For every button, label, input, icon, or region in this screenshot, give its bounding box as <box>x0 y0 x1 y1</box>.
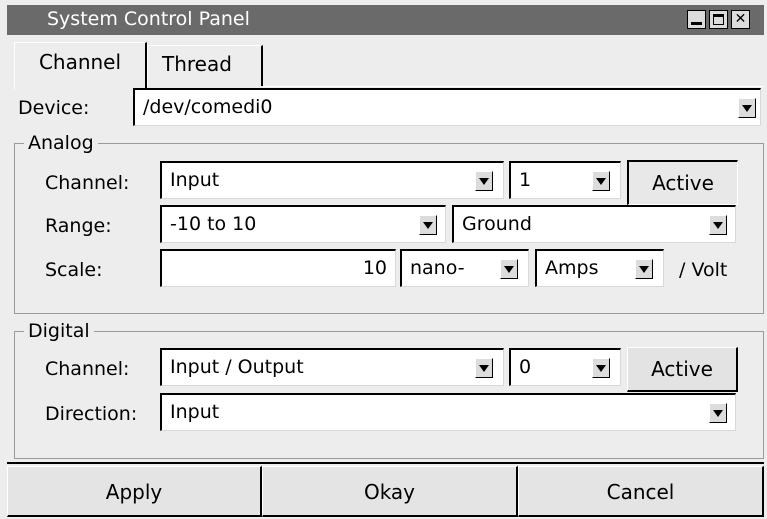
tab-channel-label: Channel <box>38 50 122 74</box>
analog-channel-number-select[interactable]: 1 <box>509 161 621 199</box>
analog-channel-type-select[interactable]: Input <box>160 161 504 199</box>
control-panel-window: System Control Panel ✕ Channel Thread De… <box>0 0 767 519</box>
analog-scale-value: 10 <box>362 257 387 279</box>
chevron-down-icon[interactable] <box>419 215 437 235</box>
analog-scale-suffix: / Volt <box>679 259 728 281</box>
analog-range-select[interactable]: -10 to 10 <box>160 205 446 243</box>
digital-channel-number-value: 0 <box>519 356 532 378</box>
digital-channel-number-select[interactable]: 0 <box>509 348 621 386</box>
chevron-down-icon[interactable] <box>475 171 493 191</box>
maximize-icon[interactable] <box>709 10 728 29</box>
analog-active-button[interactable]: Active <box>627 160 738 205</box>
analog-reference-value: Ground <box>462 213 532 235</box>
digital-direction-value: Input <box>170 401 220 423</box>
chevron-down-icon[interactable] <box>592 171 610 191</box>
cancel-button[interactable]: Cancel <box>518 466 764 517</box>
tab-channel[interactable]: Channel <box>14 42 147 89</box>
minimize-icon[interactable] <box>687 10 706 29</box>
analog-channel-label: Channel: <box>45 172 130 194</box>
chevron-down-icon[interactable] <box>709 403 727 423</box>
digital-active-label: Active <box>651 357 713 381</box>
chevron-down-icon[interactable] <box>592 358 610 378</box>
analog-range-label: Range: <box>45 215 112 237</box>
analog-reference-select[interactable]: Ground <box>452 205 736 243</box>
tab-divider <box>263 86 764 87</box>
analog-scale-label: Scale: <box>45 259 103 281</box>
digital-channel-label: Channel: <box>45 358 130 380</box>
tab-thread-label: Thread <box>162 52 232 76</box>
digital-channel-type-value: Input / Output <box>170 356 304 378</box>
chevron-down-icon[interactable] <box>635 259 653 279</box>
window-title: System Control Panel <box>47 8 250 30</box>
close-icon[interactable]: ✕ <box>731 10 750 29</box>
chevron-down-icon[interactable] <box>475 358 493 378</box>
analog-channel-type-value: Input <box>170 169 220 191</box>
apply-label: Apply <box>105 480 163 504</box>
apply-button[interactable]: Apply <box>7 466 262 517</box>
okay-button[interactable]: Okay <box>262 466 518 517</box>
analog-scale-prefix-select[interactable]: nano- <box>400 249 529 287</box>
digital-direction-select[interactable]: Input <box>160 393 736 431</box>
analog-active-label: Active <box>652 171 714 195</box>
analog-legend: Analog <box>24 132 98 154</box>
device-label: Device: <box>18 97 90 119</box>
digital-channel-type-select[interactable]: Input / Output <box>160 348 504 386</box>
digital-active-button[interactable]: Active <box>627 347 738 392</box>
chevron-down-icon[interactable] <box>738 98 756 118</box>
tab-thread[interactable]: Thread <box>147 45 263 86</box>
chevron-down-icon[interactable] <box>709 215 727 235</box>
cancel-label: Cancel <box>606 480 675 504</box>
device-select[interactable]: /dev/comedi0 <box>133 88 761 126</box>
digital-direction-label: Direction: <box>45 403 138 425</box>
analog-scale-input[interactable]: 10 <box>160 249 396 287</box>
analog-scale-unit-value: Amps <box>545 257 599 279</box>
analog-range-value: -10 to 10 <box>170 213 257 235</box>
chevron-down-icon[interactable] <box>500 259 518 279</box>
analog-scale-unit-select[interactable]: Amps <box>535 249 664 287</box>
device-value: /dev/comedi0 <box>143 96 273 118</box>
digital-legend: Digital <box>24 320 94 342</box>
analog-scale-prefix-value: nano- <box>410 257 465 279</box>
analog-channel-number-value: 1 <box>519 169 532 191</box>
okay-label: Okay <box>363 480 416 504</box>
footer-divider <box>7 462 764 464</box>
title-bar[interactable]: System Control Panel ✕ <box>7 5 764 35</box>
